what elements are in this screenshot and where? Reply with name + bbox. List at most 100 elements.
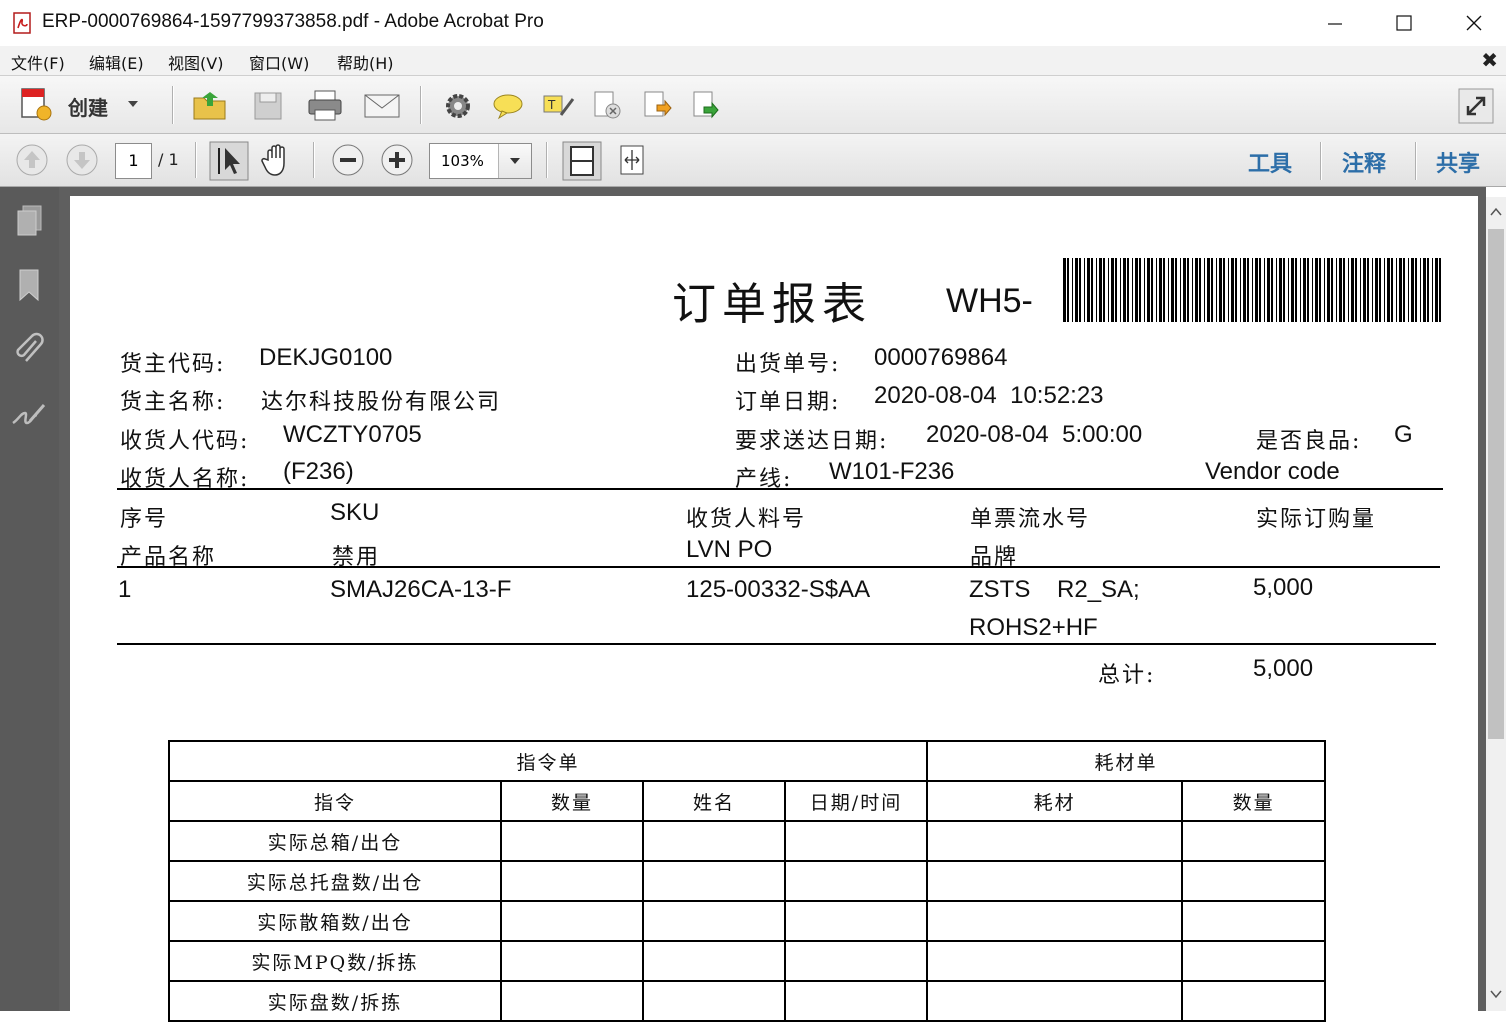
grid-cell [925,940,1184,982]
menu-bar: 文件(F) 编辑(E) 视图(V) 窗口(W) 帮助(H) ✖ [0,46,1506,76]
grid-group-instruction: 指令单 [168,740,928,782]
menu-view[interactable]: 视图(V) [168,50,223,74]
create-dropdown-icon[interactable] [128,101,138,107]
close-icon[interactable] [1459,8,1489,38]
toolbar-divider [1415,142,1416,180]
table-header-rule [117,566,1440,568]
signatures-icon[interactable] [10,399,48,429]
export-icon[interactable] [641,89,673,121]
zoom-dropdown-icon[interactable] [498,144,531,178]
consignee-code-value: WCZTY0705 [283,421,422,448]
create-pdf-icon[interactable] [18,86,56,124]
fit-page-icon[interactable] [562,141,602,181]
select-tool-icon[interactable] [209,141,249,181]
comment-link[interactable]: 注释 [1342,146,1386,178]
col-serial: 单票流水号 [970,507,1091,532]
grid-cell [642,820,786,862]
grid-group-material: 耗材单 [926,740,1326,782]
vertical-scrollbar[interactable] [1486,197,1506,1011]
hand-tool-icon[interactable] [260,142,296,180]
ship-no-value: 0000769864 [874,344,1008,371]
expand-view-icon[interactable] [1458,88,1494,124]
owner-name-value: 达尔科技股份有限公司 [261,390,502,415]
toolbar-divider [546,142,547,178]
page-thumbnails-icon[interactable] [14,203,46,237]
grid-col-material: 耗材 [925,780,1184,822]
owner-name-label: 货主名称: [120,390,226,415]
delete-page-icon[interactable] [591,89,623,121]
scroll-down-icon[interactable] [1490,989,1502,999]
quality-label: 是否良品: [1256,429,1362,454]
tools-link[interactable]: 工具 [1248,146,1292,178]
grid-cell [642,940,786,982]
attachments-icon[interactable] [12,331,46,367]
navigation-panel [0,187,60,1011]
grid-cell [500,940,644,982]
page-number-input[interactable]: 1 [115,143,152,179]
consignee-name-value: (F236) [283,458,354,485]
ship-no-label: 出货单号: [735,352,841,377]
menu-file[interactable]: 文件(F) [11,50,65,74]
grid-cell [1181,900,1326,942]
grid-col-name: 姓名 [642,780,786,822]
quality-value: G [1394,421,1413,448]
grid-cell [642,900,786,942]
zoom-select[interactable]: 103% [429,143,532,179]
insert-page-icon[interactable] [690,89,722,121]
email-icon[interactable] [363,92,401,120]
owner-code-label: 货主代码: [120,352,226,377]
save-icon[interactable] [252,90,284,122]
share-link[interactable]: 共享 [1436,146,1480,178]
grid-cell [784,860,928,902]
window-title: ERP-0000769864-1597799373858.pdf - Adobe… [42,11,544,32]
grid-cell [784,820,928,862]
highlight-text-icon[interactable]: T [541,91,575,121]
maximize-icon[interactable] [1389,8,1419,38]
menu-window[interactable]: 窗口(W) [249,50,309,74]
grid-row-label: 实际散箱数/出仓 [168,900,502,942]
grid-cell [1181,820,1326,862]
grid-col-qty: 数量 [500,780,644,822]
svg-text:T: T [547,98,556,112]
zoom-out-icon[interactable] [331,143,365,177]
minimize-icon[interactable] [1320,8,1350,38]
menu-help[interactable]: 帮助(H) [337,50,394,74]
grid-row-label: 实际总箱/出仓 [168,820,502,862]
order-date-value: 2020-08-04 10:52:23 [874,382,1104,409]
total-value: 5,000 [1253,655,1314,682]
table-bottom-rule [117,643,1436,645]
create-button[interactable]: 创建 [68,92,108,121]
print-icon[interactable] [307,88,343,122]
title-bar: ERP-0000769864-1597799373858.pdf - Adobe… [0,0,1506,47]
grid-cell [925,980,1184,1022]
pdf-file-icon [13,12,31,34]
settings-gear-icon[interactable] [443,91,473,121]
grid-cell [642,980,786,1022]
grid-cell [784,980,928,1022]
open-folder-icon[interactable] [192,88,228,122]
next-page-icon[interactable] [65,143,99,177]
instruction-grid: 指令单 耗材单 指令 数量 姓名 日期/时间 耗材 数量 实际总箱/出仓 实际总… [168,740,1326,1022]
grid-cell [925,820,1184,862]
owner-code-value: DEKJG0100 [259,344,393,371]
grid-cell [784,900,928,942]
previous-page-icon[interactable] [15,143,49,177]
row-serial-line1: ZSTS R2_SA; [969,576,1140,603]
bookmarks-icon[interactable] [16,267,44,303]
fit-width-icon[interactable] [616,143,648,177]
scrollbar-thumb[interactable] [1488,229,1504,739]
scroll-up-icon[interactable] [1490,207,1502,217]
grid-cell [500,820,644,862]
close-document-icon[interactable]: ✖ [1481,48,1498,72]
row-consignee-part: 125-00332-S$AA [686,576,871,603]
row-serial-line2: ROHS2+HF [969,614,1098,641]
comment-icon[interactable] [492,92,524,120]
grid-cell [925,900,1184,942]
menu-edit[interactable]: 编辑(E) [89,50,144,74]
toolbar-divider [195,142,196,178]
consignee-code-label: 收货人代码: [120,429,250,454]
col-actual-qty: 实际订购量 [1256,507,1377,532]
zoom-in-icon[interactable] [380,143,414,177]
col-seq: 序号 [120,507,169,532]
grid-cell [500,980,644,1022]
